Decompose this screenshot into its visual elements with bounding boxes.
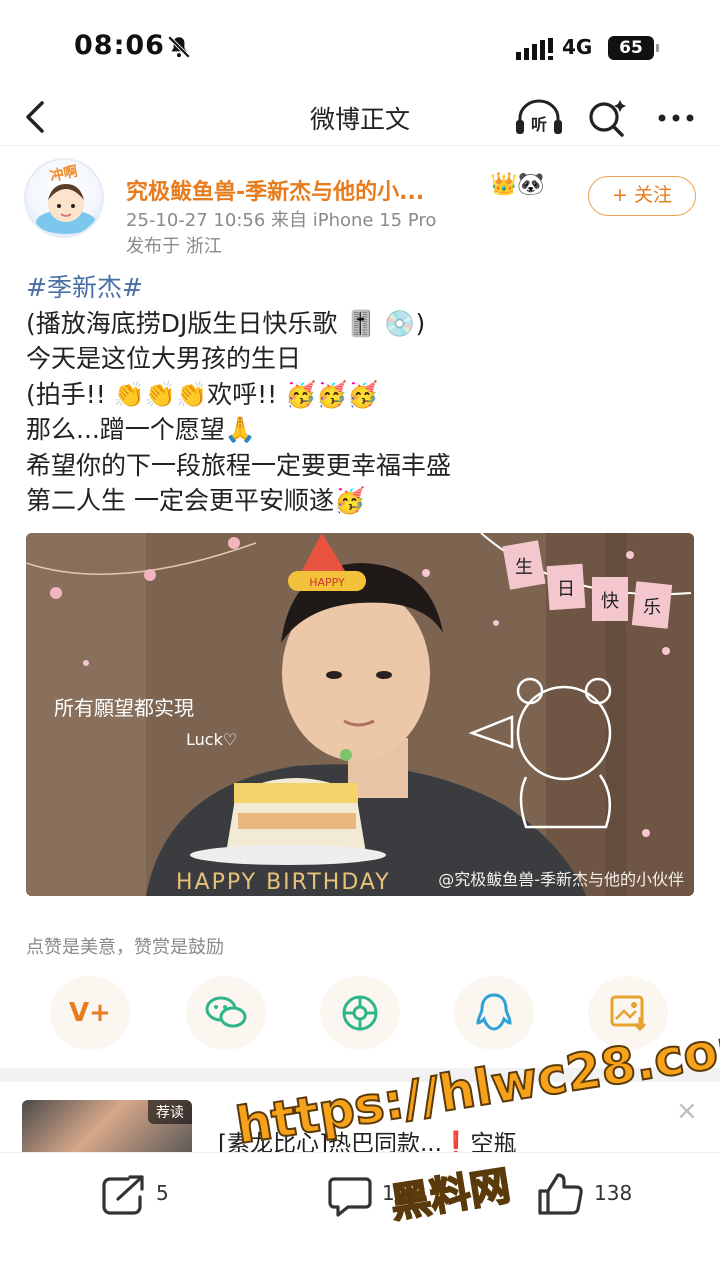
post-image[interactable]: HAPPY 生 日 快 乐 所有願望都实現 Luck♡ HAPPY BIRTHD… [26, 533, 694, 896]
search-icon[interactable] [586, 98, 630, 138]
recommend-badge: 荐读 [148, 1100, 192, 1124]
post-location: 发布于 浙江 [126, 236, 222, 257]
author-badge: 👑🐼 [490, 172, 545, 197]
banner-char: 日 [557, 579, 575, 600]
qq-share-button[interactable] [454, 976, 534, 1050]
image-watermark: @究极鲅鱼兽-季新杰与他的小伙伴 [438, 870, 684, 889]
banner-char: 快 [601, 591, 619, 612]
recommend-thumbnail[interactable]: 荐读 [22, 1100, 192, 1160]
hat-text: HAPPY [309, 576, 345, 589]
banner-char: 乐 [643, 597, 661, 618]
avatar-caption: 冲啊 [48, 163, 79, 185]
happy-birthday-text: HAPPY BIRTHDAY [176, 870, 391, 895]
birthday-photo: HAPPY 生 日 快 乐 所有願望都实現 Luck♡ HAPPY BIRTHD… [26, 533, 694, 896]
repost-icon[interactable] [100, 1173, 148, 1217]
close-icon[interactable]: × [676, 1096, 698, 1126]
hashtag-link[interactable]: #季新杰# [26, 270, 698, 306]
like-icon[interactable] [536, 1171, 584, 1217]
post-meta: 25-10-27 10:56 来自 iPhone 15 Pro [126, 210, 437, 231]
post-line: (拍手!! 👏👏👏欢呼!! 🥳🥳🥳 [26, 379, 379, 409]
post-line: 希望你的下一段旅程一定要更幸福丰盛 [26, 450, 452, 480]
comment-icon[interactable] [326, 1173, 374, 1217]
listen-icon[interactable]: 听 [514, 98, 564, 138]
bottom-action-bar: 5 11 138 [0, 1152, 720, 1280]
like-count: 138 [594, 1181, 633, 1205]
moments-share-button[interactable] [320, 976, 400, 1050]
repost-count: 5 [156, 1181, 169, 1205]
more-icon[interactable] [654, 98, 698, 138]
post-line: 那么...蹭一个愿望🙏 [26, 415, 256, 444]
bell-mute-icon [167, 35, 191, 59]
listen-label: 听 [531, 115, 547, 134]
post-line: 第二人生 一定会更平安顺遂🥳 [26, 486, 366, 515]
status-bar: 08:06 4G 65 [0, 0, 720, 88]
qq-icon [476, 993, 512, 1031]
network-type: 4G [562, 35, 593, 59]
battery-icon: 65 [608, 36, 659, 60]
nav-bar: 微博正文 听 [0, 88, 720, 146]
author-name[interactable]: 究极鲅鱼兽-季新杰与他的小... [126, 174, 424, 206]
post-line: (播放海底捞DJ版生日快乐歌 🎚️ 💿) [26, 308, 426, 338]
post-body: #季新杰# (播放海底捞DJ版生日快乐歌 🎚️ 💿) 今天是这位大男孩的生日 (… [26, 270, 698, 519]
post-line: 今天是这位大男孩的生日 [26, 344, 302, 373]
follow-button[interactable]: + 关注 [588, 176, 696, 216]
status-time: 08:06 [74, 30, 165, 61]
luck-doodle: Luck♡ [186, 730, 237, 749]
save-image-icon [610, 995, 647, 1032]
reward-icon: V+ [69, 998, 111, 1028]
avatar-illustration: 冲啊 [36, 163, 96, 234]
wechat-icon [205, 996, 247, 1028]
reward-button[interactable]: V+ [50, 976, 130, 1050]
signal-icon [516, 38, 553, 60]
banner-char: 生 [515, 557, 533, 578]
wish-doodle: 所有願望都实現 [54, 696, 194, 720]
wechat-share-button[interactable] [186, 976, 266, 1050]
avatar[interactable]: 冲啊 [24, 158, 104, 238]
moments-icon [342, 995, 378, 1031]
reward-tip: 点赞是美意，赞赏是鼓励 [26, 937, 224, 958]
